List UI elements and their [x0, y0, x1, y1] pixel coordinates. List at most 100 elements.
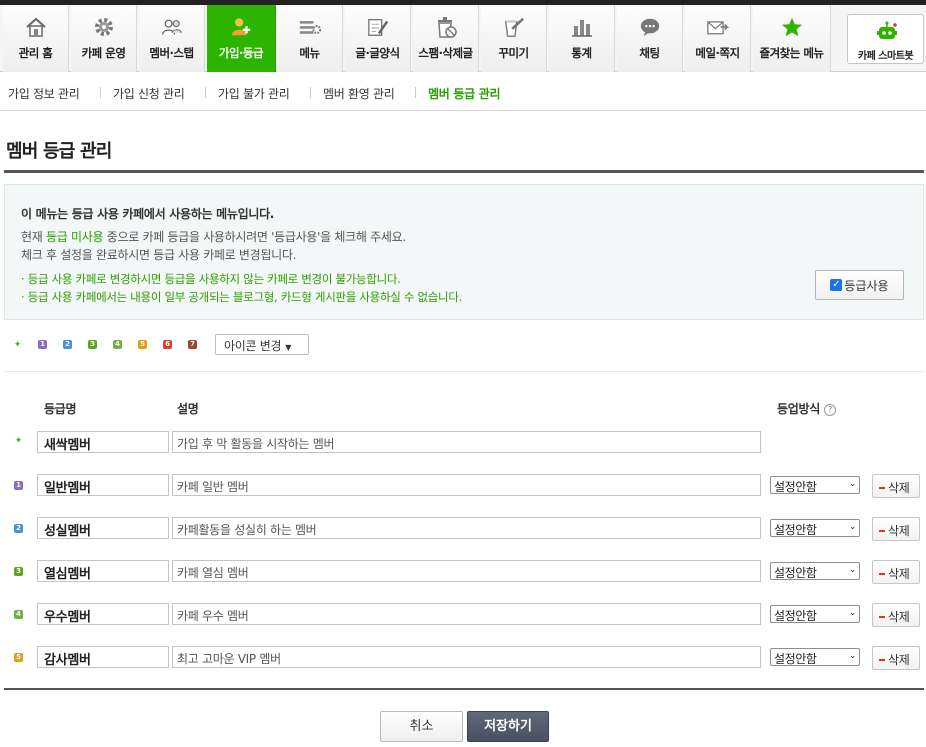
notice-line-1: 현재 등급 미사용 중으로 카페 등급을 사용하시려면 '등급사용'을 체크해 … [21, 230, 406, 244]
level-description-input[interactable]: 카페 일반 멤버 [172, 474, 761, 496]
level-description-input[interactable]: 가입 후 막 활동을 시작하는 멤버 [172, 431, 761, 453]
subnav-member-level[interactable]: 멤버 등급 관리 [428, 85, 501, 102]
tab-join-level[interactable]: 가입·등급 [207, 5, 276, 72]
subnav-join-blocked[interactable]: 가입 불가 관리 [218, 85, 290, 102]
delete-level-button[interactable]: 삭제 [872, 603, 920, 627]
sprout-level-icon: ✦ [13, 340, 22, 350]
column-header-upgrade-method: 등업방식? [777, 400, 836, 417]
cafe-smartbot-button[interactable]: 카페 스마트봇 [847, 14, 924, 64]
tab-label: 꾸미기 [498, 46, 529, 60]
tab-spam-deleted[interactable]: 스팸·삭제글 [413, 5, 479, 72]
section-divider [4, 371, 924, 372]
save-button[interactable]: 저장하기 [467, 711, 549, 742]
level-name-input[interactable]: 감사멤버 [37, 646, 169, 668]
notice-box: 이 메뉴는 등급 사용 카페에서 사용하는 메뉴입니다. 현재 등급 미사용 중… [4, 184, 924, 320]
tab-decorate[interactable]: 꾸미기 [481, 5, 547, 72]
star-icon [781, 16, 803, 38]
delete-level-button[interactable]: 삭제 [872, 517, 920, 541]
chevron-down-icon: ⌄ [848, 565, 857, 575]
help-icon[interactable]: ? [823, 404, 836, 416]
admin-top-nav: 관리 홈 카페 운영 멤버·스탭 가입·등급 메뉴 글·글양식 스팸·삭제글 꾸… [0, 5, 926, 72]
tab-favorite-menu[interactable]: 즐겨찾는 메뉴 [753, 5, 831, 72]
subnav-divider [205, 87, 206, 98]
level-4-icon: 4 [14, 610, 23, 619]
tab-label: 멤버·스탭 [149, 46, 194, 60]
tab-statistics[interactable]: 통계 [549, 5, 615, 72]
level-7-icon: 7 [188, 340, 197, 349]
tab-chat[interactable]: 채팅 [617, 5, 683, 72]
upgrade-method-select[interactable]: 설정안함 ⌄ [770, 562, 860, 580]
level-name-input[interactable]: 일반멤버 [37, 474, 169, 496]
subnav-join-requests[interactable]: 가입 신청 관리 [113, 85, 185, 102]
tab-label: 글·글양식 [355, 46, 400, 60]
menu-icon [299, 16, 321, 38]
chevron-down-icon: ⌄ [848, 479, 857, 489]
level-name-input[interactable]: 열심멤버 [37, 560, 169, 582]
cancel-button[interactable]: 취소 [380, 711, 463, 742]
tab-label: 통계 [571, 46, 592, 60]
upgrade-method-select[interactable]: 설정안함 ⌄ [770, 476, 860, 494]
level-3-icon: 3 [14, 567, 23, 576]
level-5-icon: 5 [138, 340, 147, 349]
level-3-icon: 3 [88, 340, 97, 349]
delete-level-button[interactable]: 삭제 [872, 474, 920, 498]
notice-title: 이 메뉴는 등급 사용 카페에서 사용하는 메뉴입니다. [21, 207, 275, 221]
subnav-divider [415, 87, 416, 98]
level-use-toggle[interactable]: ✓ 등급사용 [815, 270, 904, 300]
level-description-input[interactable]: 카페 열심 멤버 [172, 560, 761, 582]
tab-posts-forms[interactable]: 글·글양식 [345, 5, 411, 72]
delete-level-button[interactable]: 삭제 [872, 560, 920, 584]
notice-line-2: 체크 후 설정을 완료하시면 등급 사용 카페로 변경됩니다. [21, 248, 297, 262]
decorate-icon [503, 16, 525, 38]
tab-cafe-operation[interactable]: 카페 운영 [71, 5, 137, 72]
pencil-icon [367, 16, 389, 38]
chart-icon [571, 16, 593, 38]
subnav-divider [100, 87, 101, 98]
upgrade-method-select[interactable]: 설정안함 ⌄ [770, 605, 860, 623]
level-6-icon: 6 [163, 340, 172, 349]
delete-level-button[interactable]: 삭제 [872, 646, 920, 670]
table-bottom-divider [4, 688, 924, 690]
join-level-icon [230, 16, 252, 38]
tab-label: 메뉴 [299, 46, 320, 60]
level-1-icon: 1 [38, 340, 47, 349]
tab-mail-note[interactable]: 메일·쪽지 [685, 5, 751, 72]
sub-nav: 가입 정보 관리 가입 신청 관리 가입 불가 관리 멤버 환영 관리 멤버 등… [0, 73, 926, 111]
tab-admin-home[interactable]: 관리 홈 [3, 5, 69, 72]
chevron-down-icon: ⌄ [848, 608, 857, 618]
status-highlight: 등급 미사용 [46, 230, 104, 244]
tab-label: 즐겨찾는 메뉴 [759, 46, 824, 60]
tab-label: 스팸·삭제글 [418, 46, 473, 60]
level-description-input[interactable]: 카페 우수 멤버 [172, 603, 761, 625]
sprout-level-icon: ✦ [14, 436, 23, 446]
upgrade-method-select[interactable]: 설정안함 ⌄ [770, 648, 860, 666]
level-1-icon: 1 [14, 481, 23, 490]
level-4-icon: 4 [113, 340, 122, 349]
minus-icon [879, 530, 885, 532]
members-icon [161, 16, 183, 38]
minus-icon [879, 487, 885, 489]
tab-menu[interactable]: 메뉴 [277, 5, 343, 72]
gear-icon [93, 16, 115, 38]
notice-warning-2: · 등급 사용 카페에서는 내용이 일부 공개되는 블로그형, 카드형 게시판을… [21, 290, 462, 304]
chat-icon [639, 16, 661, 38]
upgrade-method-select[interactable]: 설정안함 ⌄ [770, 519, 860, 537]
level-5-icon: 5 [14, 653, 23, 662]
subnav-divider [310, 87, 311, 98]
minus-icon [879, 616, 885, 618]
tab-label: 채팅 [639, 46, 660, 60]
checkbox-checked-icon[interactable]: ✓ [830, 279, 843, 291]
minus-icon [879, 659, 885, 661]
level-name-input[interactable]: 우수멤버 [37, 603, 169, 625]
icon-change-dropdown[interactable]: 아이콘 변경 ▼ [215, 334, 309, 355]
subnav-join-info[interactable]: 가입 정보 관리 [8, 85, 80, 102]
caret-down-icon: ▼ [285, 343, 292, 352]
level-description-input[interactable]: 최고 고마운 VIP 멤버 [172, 646, 761, 668]
level-name-input[interactable]: 성실멤버 [37, 517, 169, 539]
level-description-input[interactable]: 카페활동을 성실히 하는 멤버 [172, 517, 761, 539]
tab-members-staff[interactable]: 멤버·스탭 [139, 5, 205, 72]
icon-change-label: 아이콘 변경 [224, 339, 282, 353]
subnav-welcome[interactable]: 멤버 환영 관리 [323, 85, 395, 102]
level-name-input[interactable]: 새싹멤버 [37, 431, 169, 453]
level-use-label: 등급사용 [844, 278, 889, 293]
